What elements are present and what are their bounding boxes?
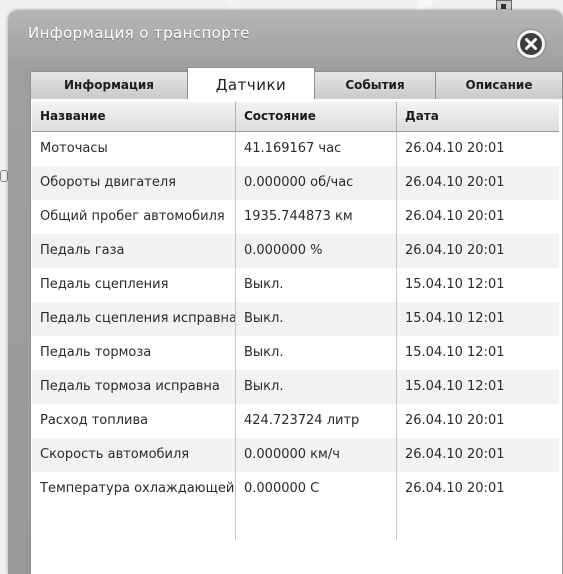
- table-row[interactable]: Скорость автомобиля 0.000000 км/ч 26.04.10…: [32, 438, 559, 472]
- table-row[interactable]: Педаль газа 0.000000 % 26.04.10 20:01: [32, 234, 559, 268]
- cell-name: Педаль тормоза исправна: [32, 370, 236, 404]
- cell-date: 26.04.10 20:01: [405, 481, 505, 496]
- table-row[interactable]: Обороты двигателя 0.000000 об/час 26.04.10…: [32, 166, 559, 200]
- cell-name: Педаль сцепления исправна: [32, 302, 236, 336]
- column-header-state[interactable]: Состояние: [236, 102, 397, 131]
- cell-state: 0.000000 %: [236, 234, 397, 268]
- cell-state: 41.169167 час: [236, 132, 397, 166]
- column-header-name[interactable]: Название: [32, 102, 236, 131]
- cell-date: 26.04.10 20:01: [405, 243, 505, 258]
- tab-sensors[interactable]: Датчики: [187, 67, 315, 100]
- cell-name: Общий пробег автомобиля: [32, 200, 236, 234]
- cell-state: Выкл.: [236, 336, 397, 370]
- cell-name: Температура охлаждающей жидкости: [32, 472, 236, 506]
- table-row[interactable]: Общий пробег автомобиля 1935.744873 км 26.…: [32, 200, 559, 234]
- cell-state: 0.000000 об/час: [236, 166, 397, 200]
- cell-state: 0.000000 км/ч: [236, 438, 397, 472]
- cell-state: 424.723724 литр: [236, 404, 397, 438]
- map-marker: [0, 170, 8, 182]
- table-header: Название Состояние Дата: [32, 102, 559, 132]
- table-row-empty: [32, 506, 559, 540]
- table-row[interactable]: Педаль сцепления исправна Выкл. 15.04.10 1…: [32, 302, 559, 336]
- cell-state: Выкл.: [236, 268, 397, 302]
- cell-date: 26.04.10 20:01: [405, 209, 505, 224]
- table-row[interactable]: Педаль сцепления Выкл. 15.04.10 12:01: [32, 268, 559, 302]
- cell-name: Обороты двигателя: [32, 166, 236, 200]
- close-icon: [520, 33, 542, 55]
- cell-name: Педаль газа: [32, 234, 236, 268]
- cell-state: Выкл.: [236, 302, 397, 336]
- close-button[interactable]: [517, 30, 545, 58]
- table-row[interactable]: Температура охлаждающей жидкости0.000000…: [32, 472, 559, 506]
- cell-name: Педаль тормоза: [32, 336, 236, 370]
- table-row[interactable]: Педаль тормоза исправна Выкл. 15.04.10 12:…: [32, 370, 559, 404]
- tab-description[interactable]: Описание: [435, 71, 563, 99]
- tab-events[interactable]: События: [314, 71, 436, 99]
- cell-state: 1935.744873 км: [236, 200, 397, 234]
- table-row[interactable]: Расход топлива 424.723724 литр 26.04.10 20…: [32, 404, 559, 438]
- tab-bar: Информация Датчики События Описание: [30, 67, 563, 100]
- sensors-table: Название Состояние Дата Моточасы 41.16916…: [32, 102, 559, 540]
- cell-state: 0.000000 С: [236, 472, 397, 506]
- vehicle-info-dialog: Информация о транспорте Информация Датчи…: [8, 10, 563, 574]
- cell-name: Расход топлива: [32, 404, 236, 438]
- cell-date: 26.04.10 20:01: [405, 413, 505, 428]
- column-header-date[interactable]: Дата: [397, 102, 559, 131]
- sensors-panel: Название Состояние Дата Моточасы 41.16916…: [30, 99, 562, 574]
- cell-date: 15.04.10 12:01: [405, 311, 505, 326]
- tab-information[interactable]: Информация: [30, 71, 188, 99]
- cell-date: 26.04.10 20:01: [405, 175, 505, 190]
- cell-date: 15.04.10 12:01: [405, 345, 505, 360]
- dialog-title: Информация о транспорте: [28, 24, 250, 42]
- cell-name: Моточасы: [32, 132, 236, 166]
- cell-name: Скорость автомобиля: [32, 438, 236, 472]
- table-row[interactable]: Педаль тормоза Выкл. 15.04.10 12:01: [32, 336, 559, 370]
- cell-date: 26.04.10 20:01: [405, 141, 505, 156]
- cell-state: Выкл.: [236, 370, 397, 404]
- cell-date: 15.04.10 12:01: [405, 379, 505, 394]
- cell-date: 26.04.10 20:01: [405, 447, 505, 462]
- cell-date: 15.04.10 12:01: [405, 277, 505, 292]
- table-row[interactable]: Моточасы 41.169167 час 26.04.10 20:01: [32, 132, 559, 166]
- cell-name: Педаль сцепления: [32, 268, 236, 302]
